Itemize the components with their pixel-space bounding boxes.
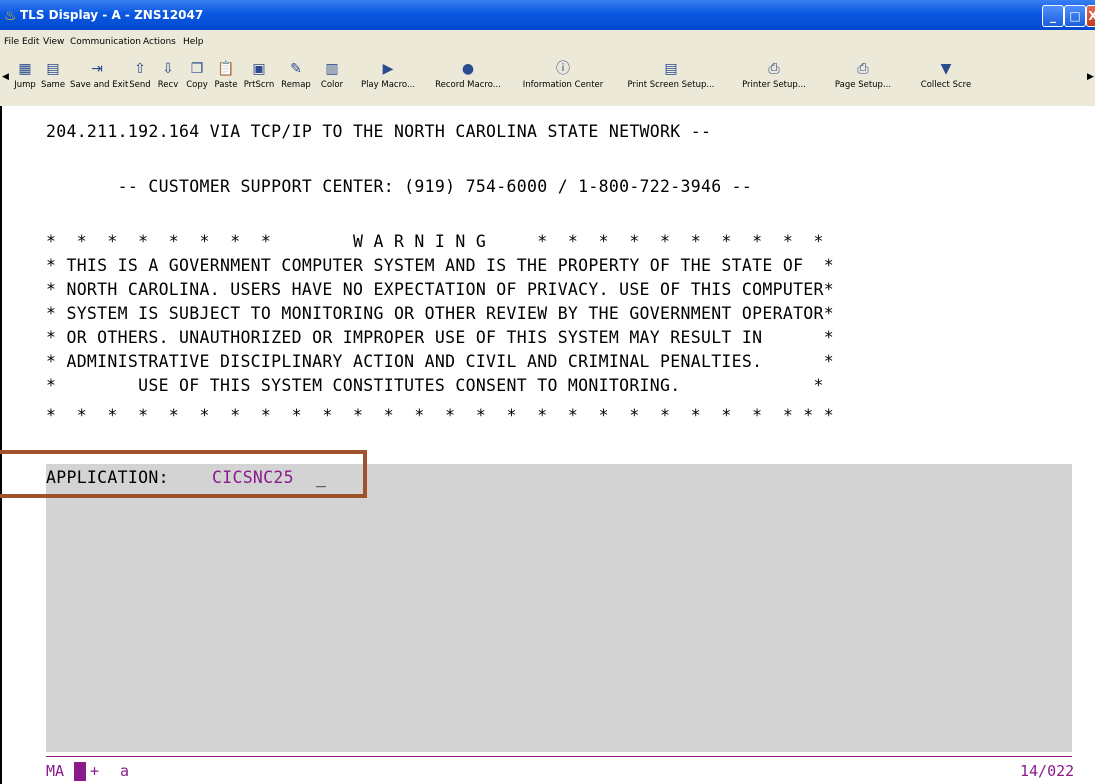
toolbar-button-page-setup[interactable]: ⎙ Page Setup... (823, 58, 903, 102)
menu-help[interactable]: Help (183, 37, 204, 47)
toolbar-button-send[interactable]: ⇧ Send (127, 58, 153, 102)
toolbar-button-jump[interactable]: ▦ Jump (12, 58, 38, 102)
toolbar-scroll-right-icon[interactable]: ▶ (1087, 72, 1094, 82)
terminal-line-warning-header: * * * * * * * * W A R N I N G * * * * * … (46, 232, 824, 251)
same-icon: ▤ (46, 61, 60, 77)
terminal-line-warning-2: * NORTH CAROLINA. USERS HAVE NO EXPECTAT… (46, 280, 835, 299)
menu-bar: File Edit View Communication Actions Hel… (0, 30, 1095, 54)
application-input[interactable]: CICSNC25 (212, 468, 294, 487)
toolbar-button-recv[interactable]: ⇩ Recv (155, 58, 181, 102)
terminal-line-warning-5: * ADMINISTRATIVE DISCIPLINARY ACTION AND… (46, 352, 835, 371)
toolbar-button-print-screen-setup[interactable]: ▤ Print Screen Setup... (616, 58, 726, 102)
status-indicator: + (90, 762, 100, 780)
toolbar-button-collect-screen[interactable]: ▼ Collect Scre (906, 58, 986, 102)
play-macro-icon: ▶ (382, 61, 394, 77)
record-macro-icon: ● (461, 61, 475, 77)
toolbar: ◀ ▦ Jump ▤ Same ⇥ Save and Exit ⇧ Send ⇩ Recv… (0, 54, 1095, 107)
toolbar-button-same[interactable]: ▤ Same (40, 58, 66, 102)
terminal-input-area[interactable] (46, 464, 1072, 752)
status-block-indicator (74, 762, 86, 781)
color-icon: ▥ (325, 61, 339, 77)
terminal-line-warning-3: * SYSTEM IS SUBJECT TO MONITORING OR OTH… (46, 304, 835, 323)
collect-screen-icon: ▼ (940, 61, 952, 77)
printer-setup-icon: ⎙ (768, 61, 780, 77)
toolbar-button-prtscrn[interactable]: ▣ PrtScrn (241, 58, 277, 102)
toolbar-button-info-center[interactable]: ⓘ Information Center (515, 58, 611, 102)
terminal-line-warning-footer: * * * * * * * * * * * * * * * * * * * * … (46, 406, 835, 425)
remap-icon: ✎ (290, 61, 302, 77)
status-divider (46, 756, 1072, 757)
toolbar-scroll-left-icon[interactable]: ◀ (2, 72, 9, 82)
status-cursor-position: 14/022 (1020, 762, 1075, 780)
menu-communication[interactable]: Communication (70, 37, 141, 47)
terminal-line-network: 204.211.192.164 VIA TCP/IP TO THE NORTH … (46, 122, 712, 141)
toolbar-button-remap[interactable]: ✎ Remap (279, 58, 313, 102)
menu-edit[interactable]: Edit (22, 37, 39, 47)
terminal-line-warning-6: * USE OF THIS SYSTEM CONSTITUTES CONSENT… (46, 376, 824, 395)
print-screen-icon: ▣ (252, 61, 266, 77)
menu-view[interactable]: View (43, 37, 64, 47)
close-button[interactable]: X (1086, 5, 1095, 27)
menu-actions[interactable]: Actions (143, 37, 176, 47)
toolbar-button-save-exit[interactable]: ⇥ Save and Exit (70, 58, 128, 102)
info-center-icon: ⓘ (556, 61, 570, 77)
maximize-button[interactable]: □ (1064, 5, 1086, 27)
java-app-icon: ♨ (4, 8, 17, 24)
jump-icon: ▦ (18, 61, 32, 77)
toolbar-button-printer-setup[interactable]: ⎙ Printer Setup... (730, 58, 818, 102)
toolbar-button-paste[interactable]: 📋 Paste (212, 58, 240, 102)
toolbar-button-color[interactable]: ▥ Color (316, 58, 348, 102)
terminal-line-support: -- CUSTOMER SUPPORT CENTER: (919) 754-60… (46, 177, 753, 196)
title-bar: ♨ TLS Display - A - ZNS12047 _ □ X (0, 0, 1095, 30)
text-cursor: _ (316, 468, 326, 487)
minimize-button[interactable]: _ (1042, 5, 1064, 27)
window-title: TLS Display - A - ZNS12047 (20, 8, 204, 22)
recv-icon: ⇩ (162, 61, 174, 77)
status-mode: MA (46, 762, 65, 780)
toolbar-button-play-macro[interactable]: ▶ Play Macro... (353, 58, 423, 102)
save-exit-icon: ⇥ (91, 61, 103, 77)
menu-file[interactable]: File (4, 37, 19, 47)
page-setup-icon: ⎙ (857, 61, 869, 77)
terminal-line-warning-1: * THIS IS A GOVERNMENT COMPUTER SYSTEM A… (46, 256, 835, 275)
terminal-line-warning-4: * OR OTHERS. UNAUTHORIZED OR IMPROPER US… (46, 328, 835, 347)
paste-icon: 📋 (217, 61, 235, 77)
print-screen-setup-icon: ▤ (664, 61, 678, 77)
toolbar-button-copy[interactable]: ❐ Copy (184, 58, 210, 102)
copy-icon: ❐ (190, 61, 204, 77)
application-label: APPLICATION: (46, 468, 169, 487)
send-icon: ⇧ (134, 61, 146, 77)
status-insert: a (120, 762, 130, 780)
toolbar-button-record-macro[interactable]: ● Record Macro... (426, 58, 510, 102)
